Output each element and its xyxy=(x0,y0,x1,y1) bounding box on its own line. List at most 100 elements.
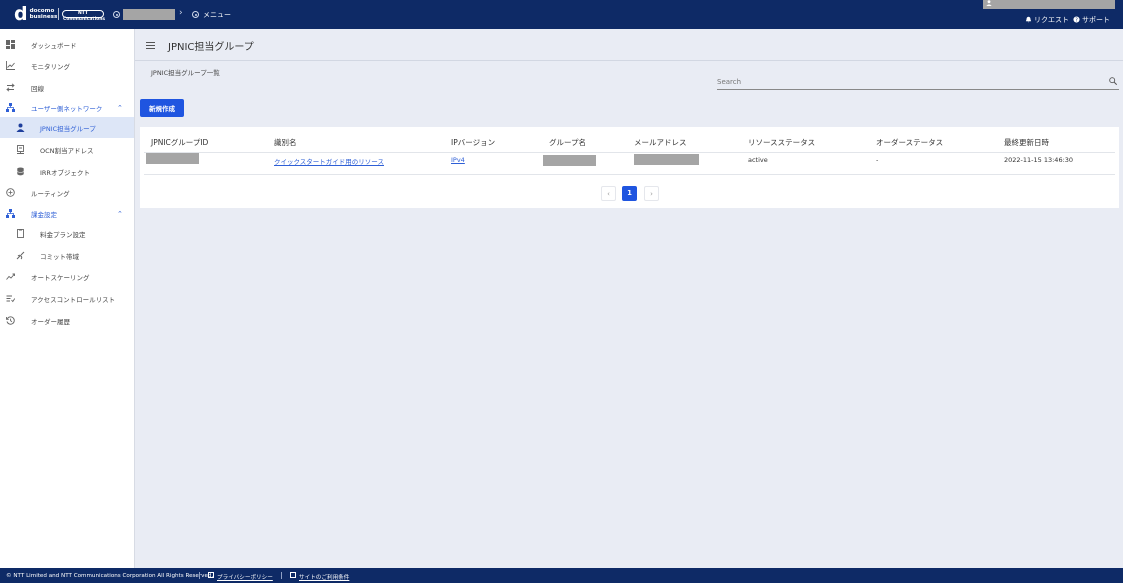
acl-icon xyxy=(6,295,15,303)
chart-icon xyxy=(6,61,15,70)
server-icon xyxy=(17,145,24,154)
sidebar-item-jpnic-group[interactable]: JPNIC担当グループ xyxy=(0,117,134,138)
sidebar-item-label: JPNIC担当グループ xyxy=(40,124,96,133)
sidebar-item-label: ダッシュボード xyxy=(31,41,77,50)
globe-icon xyxy=(113,11,120,18)
billing-icon xyxy=(6,209,15,218)
svg-text:?: ? xyxy=(1075,17,1078,23)
distinguished-name-link[interactable]: クイックスタートガイド用のリソース xyxy=(274,156,384,166)
page-title: JPNIC担当グループ xyxy=(168,42,254,53)
database-icon xyxy=(17,167,24,176)
autoscale-icon xyxy=(6,273,15,280)
column-header-ip-version[interactable]: IPバージョン xyxy=(451,137,495,148)
footer-divider xyxy=(199,572,200,579)
bell-icon xyxy=(1025,16,1032,23)
logo-text: docomo business xyxy=(30,8,58,20)
sidebar-item-label: コミット帯域 xyxy=(40,252,79,261)
network-icon xyxy=(6,103,15,112)
column-header-group-name[interactable]: グループ名 xyxy=(549,137,586,148)
search-icon[interactable] xyxy=(1109,77,1117,85)
page-title-bar: JPNIC担当グループ xyxy=(135,29,1123,61)
updated-at: 2022-11-15 13:46:30 xyxy=(1004,156,1074,164)
resource-status: active xyxy=(748,156,768,164)
redacted-group-name xyxy=(543,155,596,166)
sidebar-item-monitoring[interactable]: モニタリング xyxy=(0,55,134,76)
help-icon: ? xyxy=(1073,16,1080,23)
logo-divider xyxy=(58,8,59,20)
sidebar-item-billing[interactable]: 課金設定 ⌃ xyxy=(0,203,134,224)
line-icon xyxy=(6,83,15,92)
group-table-card: JPNICグループID 識別名 IPバージョン グループ名 メールアドレス リソ… xyxy=(140,127,1119,208)
sidebar-item-label: オーダー履歴 xyxy=(31,317,70,326)
commit-icon xyxy=(16,251,25,260)
user-icon xyxy=(986,0,992,6)
redacted-email xyxy=(634,154,699,165)
sidebar-item-autoscaling[interactable]: オートスケーリング xyxy=(0,266,134,287)
sidebar-item-line[interactable]: 回線 xyxy=(0,77,134,98)
chevron-right-icon: › xyxy=(179,8,183,18)
sidebar-item-price-plan[interactable]: 料金プラン設定 xyxy=(0,223,134,244)
sidebar-item-label: 回線 xyxy=(31,84,44,93)
table-divider xyxy=(144,152,1115,153)
document-icon xyxy=(17,229,24,238)
terms-of-use-link[interactable]: サイトのご利用条件 xyxy=(299,573,349,581)
hamburger-icon[interactable] xyxy=(146,42,155,49)
search-box xyxy=(717,74,1119,90)
request-link[interactable]: リクエスト xyxy=(1025,15,1069,25)
column-header-order-status[interactable]: オーダーステータス xyxy=(876,137,943,148)
sidebar-item-label: IRRオブジェクト xyxy=(40,168,90,177)
menu-icon xyxy=(192,11,199,18)
prev-page-button[interactable]: ‹ xyxy=(601,186,616,201)
sidebar: ダッシュボード モニタリング 回線 ユーザー側ネットワーク ⌃ JPNIC担当グ… xyxy=(0,29,135,568)
sidebar-item-dashboard[interactable]: ダッシュボード xyxy=(0,34,134,55)
next-page-button[interactable]: › xyxy=(644,186,659,201)
request-label: リクエスト xyxy=(1034,16,1069,24)
support-label: サポート xyxy=(1082,16,1110,24)
column-header-group-id[interactable]: JPNICグループID xyxy=(151,137,208,148)
privacy-policy-link[interactable]: プライバシーポリシー xyxy=(217,573,273,581)
sidebar-item-label: アクセスコントロールリスト xyxy=(31,295,116,304)
current-page-button[interactable]: 1 xyxy=(622,186,637,201)
column-header-updated-at[interactable]: 最終更新日時 xyxy=(1004,137,1049,148)
menu-link[interactable]: メニュー xyxy=(203,10,231,20)
sidebar-item-irr-object[interactable]: IRRオブジェクト xyxy=(0,161,134,182)
sidebar-item-label: 課金設定 xyxy=(31,210,57,219)
chevron-up-icon[interactable]: ⌃ xyxy=(117,104,123,112)
footer: © NTT Limited and NTT Communications Cor… xyxy=(0,568,1123,583)
copyright-text: © NTT Limited and NTT Communications Cor… xyxy=(6,573,214,579)
sidebar-item-routing[interactable]: ルーティング xyxy=(0,182,134,203)
account-selector[interactable] xyxy=(123,9,175,20)
user-account-box[interactable] xyxy=(983,0,1115,9)
sidebar-item-label: モニタリング xyxy=(31,62,70,71)
logo-letter: d xyxy=(14,3,28,25)
sidebar-item-commit-bandwidth[interactable]: コミット帯域 xyxy=(0,245,134,266)
sidebar-item-ocn-address[interactable]: OCN割当アドレス xyxy=(0,139,134,160)
sidebar-item-acl[interactable]: アクセスコントロールリスト xyxy=(0,288,134,309)
routing-icon xyxy=(6,188,15,197)
sidebar-item-label: オートスケーリング xyxy=(31,273,90,282)
table-divider xyxy=(144,174,1115,175)
sidebar-item-label: OCN割当アドレス xyxy=(40,146,94,155)
chevron-up-icon[interactable]: ⌃ xyxy=(117,210,123,218)
redacted-group-id xyxy=(146,153,199,164)
sidebar-item-label: 料金プラン設定 xyxy=(40,230,86,239)
ip-version-link[interactable]: IPv4 xyxy=(451,156,465,164)
support-link[interactable]: ? サポート xyxy=(1073,15,1110,25)
new-create-button[interactable]: 新規作成 xyxy=(140,99,184,117)
search-input[interactable] xyxy=(717,74,1102,89)
list-subtitle: JPNIC担当グループ一覧 xyxy=(151,69,220,77)
column-header-distinguished-name[interactable]: 識別名 xyxy=(274,137,297,148)
sidebar-item-user-network[interactable]: ユーザー側ネットワーク ⌃ xyxy=(0,97,134,118)
logo-line2: business xyxy=(29,14,58,20)
column-header-resource-status[interactable]: リソースステータス xyxy=(748,137,815,148)
sidebar-item-label: ルーティング xyxy=(31,189,70,198)
top-header: d docomo business NTT Communications › メ… xyxy=(0,0,1123,29)
column-header-email[interactable]: メールアドレス xyxy=(634,137,687,148)
sidebar-item-label: ユーザー側ネットワーク xyxy=(31,104,103,113)
history-icon xyxy=(6,316,15,325)
order-status: - xyxy=(876,156,879,164)
ntt-logo: NTT Communications xyxy=(62,10,106,22)
sidebar-item-order-history[interactable]: オーダー履歴 xyxy=(0,310,134,331)
external-link-icon xyxy=(290,572,296,578)
footer-divider xyxy=(281,572,282,579)
